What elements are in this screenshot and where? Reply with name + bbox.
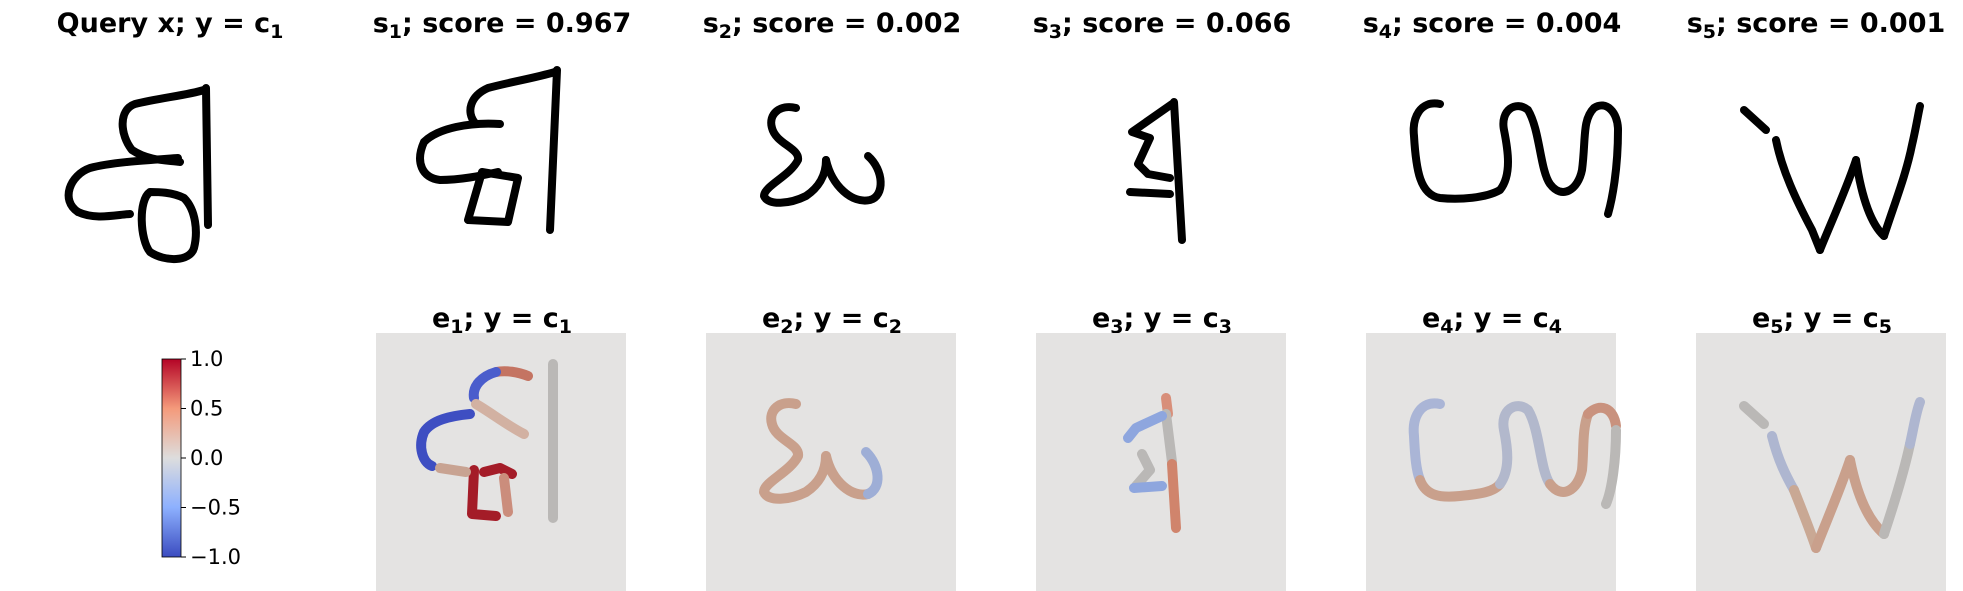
colorbar-tick-label: 0.0 <box>190 446 223 470</box>
explanation-title-5: e5; y = c5 <box>1752 303 1892 338</box>
colorbar-gradient <box>161 358 182 558</box>
support-glyph-5 <box>1740 102 1924 254</box>
support-title-1: s1; score = 0.967 <box>373 8 632 43</box>
support-glyph-2 <box>760 103 885 207</box>
explanation-title-2: e2; y = c2 <box>762 303 902 338</box>
support-glyph-3 <box>1126 98 1186 244</box>
explanation-title-1: e1; y = c1 <box>432 303 572 338</box>
query-title: Query x; y = c1 <box>57 8 284 43</box>
colorbar-tick-label: −0.5 <box>190 496 241 520</box>
bottom-titles: e1; y = c1 e2; y = c2 e3; y = c3 e4; y =… <box>432 303 1892 338</box>
query-glyph <box>64 84 212 263</box>
colorbar-tick-label: 1.0 <box>190 347 223 371</box>
colorbar: 1.0 0.5 0.0 −0.5 −1.0 <box>161 347 241 569</box>
support-title-5: s5; score = 0.001 <box>1687 8 1946 43</box>
top-titles: Query x; y = c1 s1; score = 0.967 s2; sc… <box>57 8 1946 43</box>
support-glyph-4 <box>1409 99 1622 218</box>
figure: Query x; y = c1 s1; score = 0.967 s2; sc… <box>57 8 1946 591</box>
support-glyph-1 <box>416 66 561 234</box>
explanation-title-4: e4; y = c4 <box>1422 303 1562 338</box>
explanation-panels <box>376 333 1946 591</box>
support-title-3: s3; score = 0.066 <box>1033 8 1292 43</box>
explanation-panel-3 <box>1036 333 1286 591</box>
colorbar-tick-label: −1.0 <box>190 545 241 569</box>
support-title-4: s4; score = 0.004 <box>1363 8 1622 43</box>
colorbar-tick-label: 0.5 <box>190 397 223 421</box>
support-title-2: s2; score = 0.002 <box>703 8 962 43</box>
explanation-title-3: e3; y = c3 <box>1092 303 1232 338</box>
